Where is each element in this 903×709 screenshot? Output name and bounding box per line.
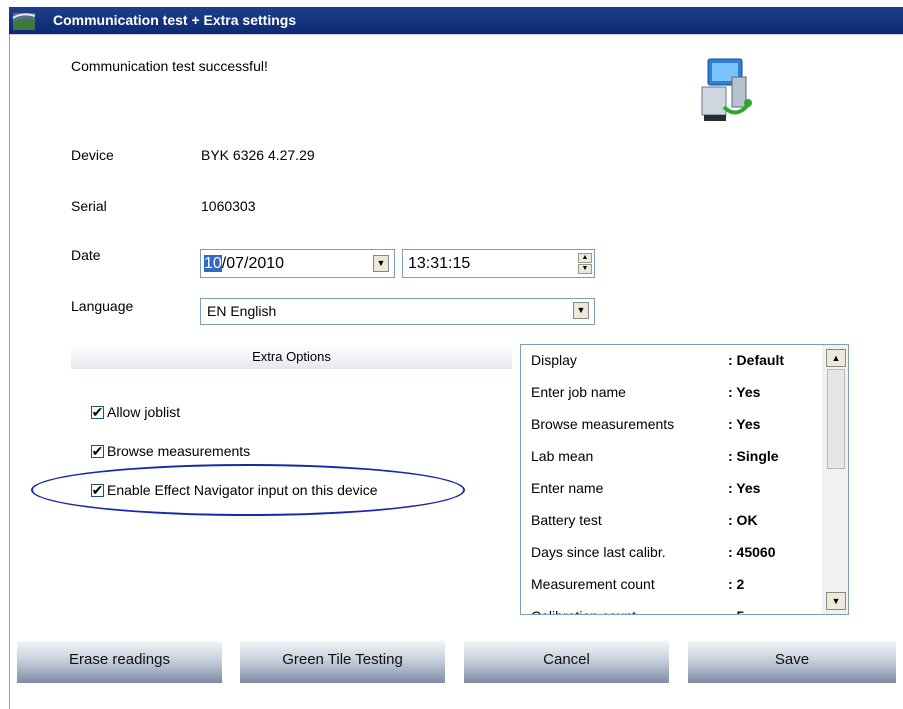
title-bar: Communication test + Extra settings <box>9 7 903 34</box>
spin-down-icon[interactable]: ▼ <box>578 264 592 274</box>
scrollbar[interactable]: ▲ ▼ <box>822 345 848 614</box>
list-item[interactable]: Browse measurements: Yes <box>521 409 821 441</box>
language-label: Language <box>71 298 134 314</box>
time-value: 13:31:15 <box>408 255 471 272</box>
list-item[interactable]: Enter name: Yes <box>521 473 821 505</box>
checkbox-label: Browse measurements <box>107 443 251 459</box>
dropdown-arrow-icon[interactable]: ▼ <box>373 255 389 272</box>
time-field[interactable]: 13:31:15 ▲ ▼ <box>402 249 595 278</box>
device-value: BYK 6326 4.27.29 <box>201 147 315 163</box>
divider <box>9 34 903 35</box>
serial-value: 1060303 <box>201 198 256 214</box>
extra-options-header: Extra Options <box>71 345 512 369</box>
date-label: Date <box>71 247 101 263</box>
check-icon[interactable]: ✔ <box>91 443 104 459</box>
date-picker[interactable]: 10/07/2010 ▼ <box>200 249 395 278</box>
checkbox-allow-joblist[interactable]: ✔ Allow joblist <box>91 404 180 420</box>
spin-up-icon[interactable]: ▲ <box>578 253 592 263</box>
date-day-selected: 10 <box>204 255 222 272</box>
date-rest: /07/2010 <box>221 255 285 272</box>
status-message: Communication test successful! <box>71 58 268 74</box>
dropdown-arrow-icon[interactable]: ▼ <box>573 302 589 319</box>
list-item[interactable]: Enter job name: Yes <box>521 377 821 409</box>
language-value: EN English <box>207 303 277 319</box>
list-item[interactable]: Lab mean: Single <box>521 441 821 473</box>
window-border <box>9 34 10 709</box>
scroll-down-icon[interactable]: ▼ <box>826 592 846 610</box>
list-item[interactable]: Battery test: OK <box>521 505 821 537</box>
highlight-ellipse <box>31 464 465 516</box>
scroll-up-icon[interactable]: ▲ <box>826 349 846 367</box>
list-item[interactable]: Measurement count: 2 <box>521 569 821 601</box>
serial-label: Serial <box>71 198 107 214</box>
device-label: Device <box>71 147 114 163</box>
checkbox-label: Allow joblist <box>107 404 181 420</box>
erase-readings-button[interactable]: Erase readings <box>17 641 222 683</box>
computer-connection-icon <box>701 58 752 121</box>
list-item[interactable]: Days since last calibr.: 45060 <box>521 537 821 569</box>
check-icon[interactable]: ✔ <box>91 404 104 420</box>
app-icon <box>12 13 36 30</box>
list-item[interactable]: Calibration count: 5 <box>521 601 821 614</box>
checkbox-browse-measurements[interactable]: ✔ Browse measurements <box>91 443 250 459</box>
cancel-button[interactable]: Cancel <box>464 641 669 683</box>
scrollbar-thumb[interactable] <box>827 369 845 469</box>
device-info-list[interactable]: Display: Default Enter job name: Yes Bro… <box>520 344 849 615</box>
green-tile-testing-button[interactable]: Green Tile Testing <box>240 641 445 683</box>
list-item[interactable]: Display: Default <box>521 345 821 377</box>
save-button[interactable]: Save <box>688 641 896 683</box>
language-select[interactable]: EN English ▼ <box>200 298 595 325</box>
window-title: Communication test + Extra settings <box>53 12 297 28</box>
